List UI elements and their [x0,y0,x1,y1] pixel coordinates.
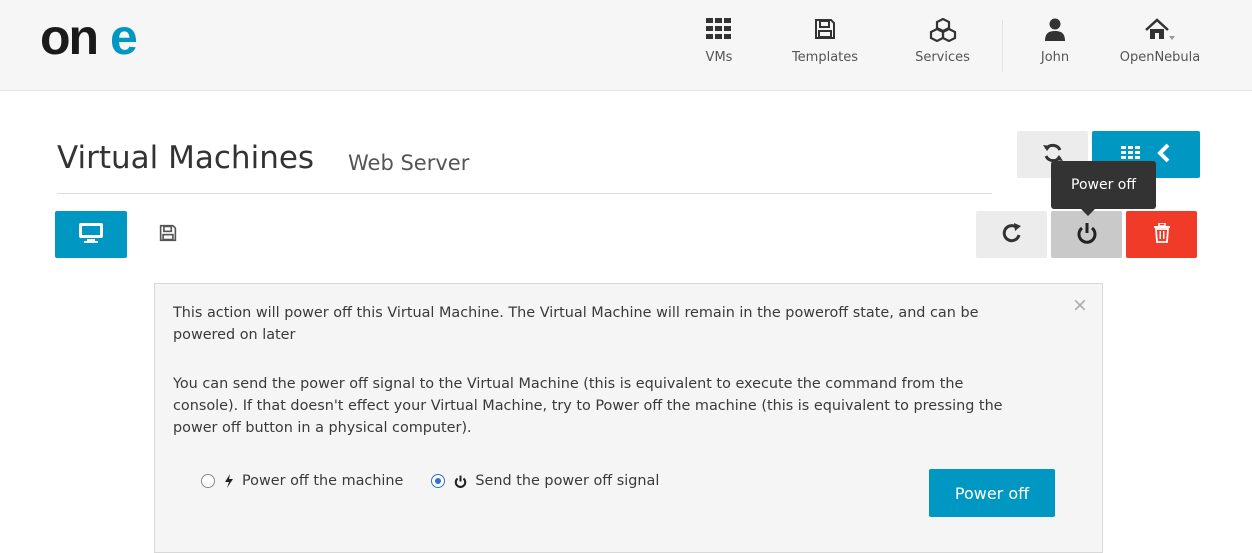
power-off-tooltip: Power off [1051,161,1156,216]
delete-button[interactable] [1126,211,1197,258]
radio-signal-power-off[interactable] [431,474,446,488]
radio-hard-power-off[interactable] [201,474,215,488]
power-off-options: Power off the machine Send the power off… [201,473,659,489]
nav-user[interactable]: John [1025,0,1085,90]
floppy-icon [780,18,870,44]
svg-text:e: e [110,14,138,64]
nav-services[interactable]: Services [905,0,980,90]
power-off-submit-button[interactable]: Power off [929,469,1055,517]
nav-vms-label: VMs [705,50,733,65]
option-signal-power-off[interactable]: Send the power off signal [431,473,659,489]
grid-icon [691,18,747,44]
nav-vms[interactable]: VMs [691,0,747,90]
tab-info[interactable] [55,211,127,258]
option-hard-power-off[interactable]: Power off the machine [201,473,403,489]
nav-services-label: Services [915,50,970,65]
page-title: Virtual Machines [57,140,315,176]
dialog-explanation: You can send the power off signal to the… [173,376,1003,436]
top-bar: on e VMs Templates Services John OpenNeb… [0,0,1252,91]
opennebula-logo[interactable]: on e [40,9,160,68]
cubes-icon [905,17,980,44]
power-off-button[interactable] [1051,211,1122,258]
svg-text:on: on [40,14,97,64]
reload-icon [1001,222,1023,248]
tab-save[interactable] [140,211,195,258]
nav-separator [1002,20,1003,72]
option-hard-label: Power off the machine [242,473,404,489]
user-icon [1025,18,1085,44]
nav-zone[interactable]: OpenNebula [1110,0,1210,90]
power-icon [454,475,467,488]
power-icon [1076,222,1098,248]
power-off-dialog: × This action will power off this Virtua… [154,283,1103,553]
reboot-button[interactable] [976,211,1047,258]
close-icon[interactable]: × [1072,296,1088,315]
nav-zone-label: OpenNebula [1119,50,1201,65]
home-icon [1110,18,1210,44]
nav-templates[interactable]: Templates [780,0,870,90]
desktop-icon [78,222,104,248]
nav-templates-label: Templates [791,50,859,65]
nav-user-label: John [1040,50,1070,65]
chevron-left-icon [1157,143,1171,167]
option-signal-label: Send the power off signal [475,473,660,489]
title-divider [57,193,992,194]
bolt-icon [224,474,234,488]
trash-icon [1153,221,1171,247]
dialog-description: This action will power off this Virtual … [173,305,979,343]
floppy-icon [159,224,177,246]
page-subtitle: Web Server [348,151,470,175]
